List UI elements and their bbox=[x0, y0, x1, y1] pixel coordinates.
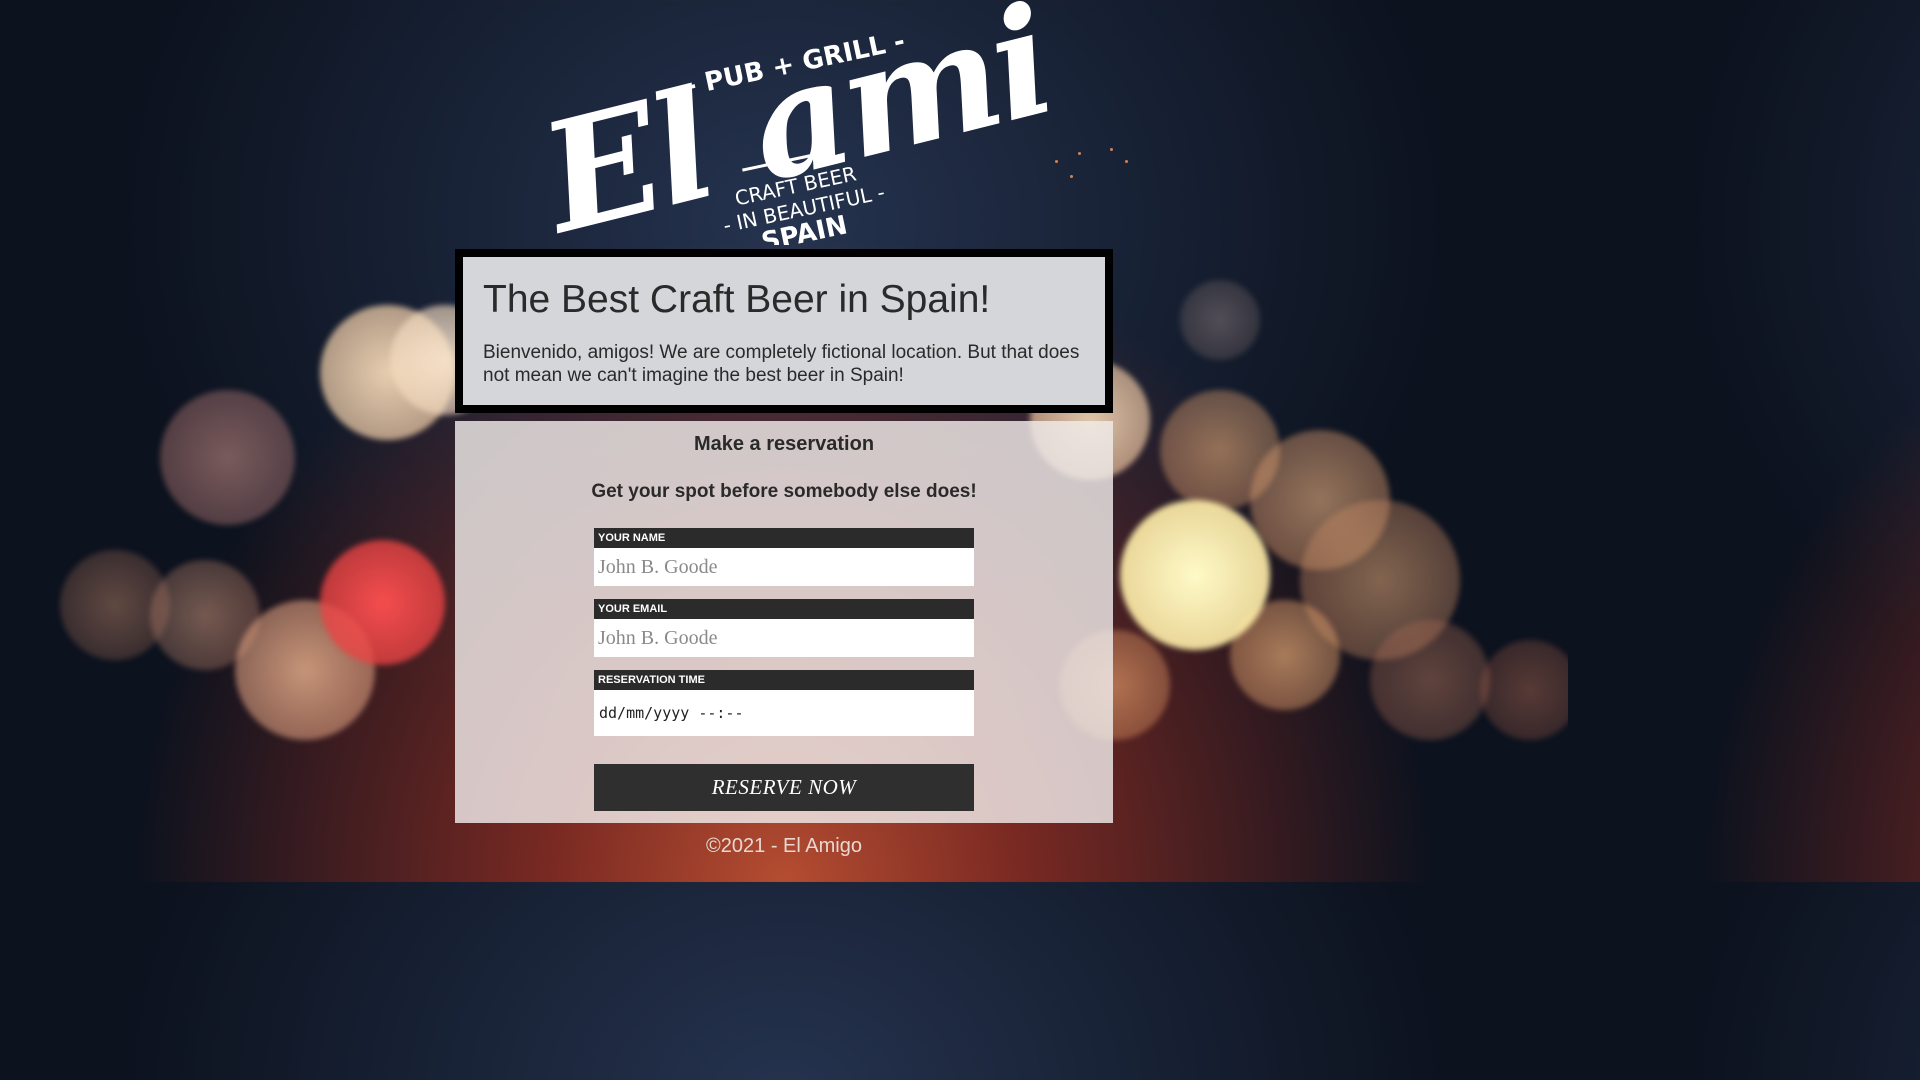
hero-title: The Best Craft Beer in Spain! bbox=[483, 278, 991, 321]
bokeh-light bbox=[320, 540, 445, 665]
hero-content: The Best Craft Beer in Spain! Bienvenido… bbox=[463, 257, 1105, 405]
logo-graphic: El amigo - PUB + GRILL - CRAFT BEER - IN… bbox=[523, 0, 1050, 245]
hero-panel: The Best Craft Beer in Spain! Bienvenido… bbox=[455, 249, 1113, 413]
reservation-title: Make a reservation bbox=[693, 433, 875, 455]
name-label: YOUR NAME bbox=[594, 528, 974, 548]
brand-logo: El amigo - PUB + GRILL - CRAFT BEER - IN… bbox=[520, 0, 1050, 245]
reservation-subtitle: Get your spot before somebody else does! bbox=[591, 481, 977, 502]
bokeh-light bbox=[1120, 500, 1270, 650]
reserve-now-button[interactable]: RESERVE NOW bbox=[594, 764, 974, 811]
footer-copyright: ©2021 - El Amigo bbox=[706, 835, 862, 857]
bokeh-light bbox=[1180, 280, 1260, 360]
email-label: YOUR EMAIL bbox=[594, 599, 974, 619]
time-label: RESERVATION TIME bbox=[594, 670, 974, 690]
bokeh-light bbox=[1480, 640, 1568, 740]
sparkle bbox=[1110, 148, 1113, 151]
bokeh-light bbox=[160, 390, 295, 525]
sparkle bbox=[1055, 160, 1058, 163]
sparkle bbox=[1078, 152, 1081, 155]
sparkle bbox=[1070, 175, 1073, 178]
email-field-group: YOUR EMAIL bbox=[594, 599, 974, 657]
reservation-time-input[interactable]: dd/mm/yyyy --:-- bbox=[594, 690, 974, 736]
name-field-group: YOUR NAME bbox=[594, 528, 974, 586]
name-input[interactable] bbox=[594, 548, 974, 586]
sparkle bbox=[1125, 160, 1128, 163]
time-field-group: RESERVATION TIME dd/mm/yyyy --:-- bbox=[594, 670, 974, 736]
bokeh-light bbox=[1370, 620, 1490, 740]
hero-description: Bienvenido, amigos! We are completely fi… bbox=[483, 342, 1080, 386]
email-input[interactable] bbox=[594, 619, 974, 657]
reservation-panel: Make a reservation Get your spot before … bbox=[455, 421, 1113, 823]
